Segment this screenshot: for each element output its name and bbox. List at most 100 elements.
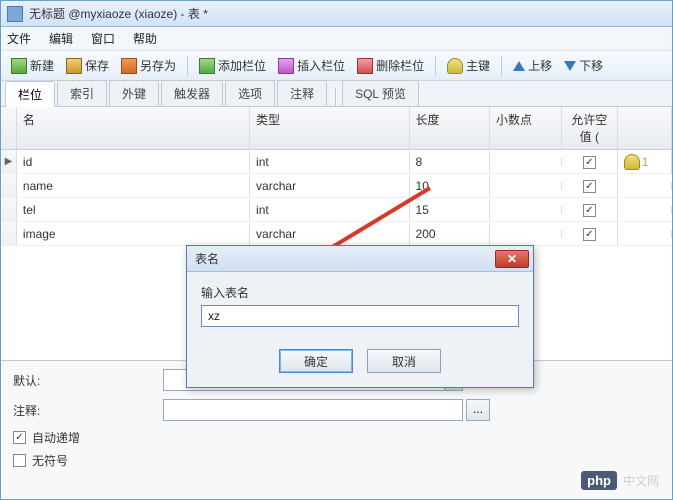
menu-window[interactable]: 窗口 bbox=[91, 30, 115, 47]
save-icon bbox=[66, 58, 82, 74]
cell-decimal[interactable] bbox=[490, 206, 562, 214]
default-label: 默认: bbox=[13, 372, 163, 389]
move-down-button[interactable]: 下移 bbox=[560, 55, 607, 76]
autoinc-label: 自动递增 bbox=[32, 429, 80, 446]
tab-comment[interactable]: 注释 bbox=[277, 80, 327, 106]
comment-input[interactable] bbox=[163, 399, 463, 421]
autoinc-row[interactable]: 自动递增 bbox=[13, 429, 660, 446]
col-key bbox=[618, 107, 672, 149]
cell-key[interactable] bbox=[618, 230, 672, 238]
ok-button[interactable]: 确定 bbox=[279, 349, 353, 373]
cell-decimal[interactable] bbox=[490, 182, 562, 190]
table-name-input[interactable] bbox=[201, 305, 519, 327]
comment-label: 注释: bbox=[13, 402, 163, 419]
watermark: php 中文网 bbox=[581, 471, 659, 490]
table-row[interactable]: telint15 bbox=[1, 198, 672, 222]
tab-options[interactable]: 选项 bbox=[225, 80, 275, 106]
app-icon bbox=[7, 6, 23, 22]
grid-header: 名 类型 长度 小数点 允许空值 ( bbox=[1, 107, 672, 150]
cell-key[interactable] bbox=[618, 182, 672, 190]
saveas-icon bbox=[121, 58, 137, 74]
cell-nullable[interactable] bbox=[562, 150, 618, 173]
cell-nullable[interactable] bbox=[562, 198, 618, 221]
row-selector[interactable] bbox=[1, 198, 17, 221]
autoinc-checkbox[interactable] bbox=[13, 431, 26, 444]
new-button[interactable]: 新建 bbox=[7, 55, 58, 76]
unsigned-checkbox[interactable] bbox=[13, 454, 26, 467]
table-row[interactable]: ▶idint8 1 bbox=[1, 150, 672, 174]
cell-name[interactable]: id bbox=[17, 151, 250, 173]
insert-field-button[interactable]: 插入栏位 bbox=[274, 55, 349, 76]
table-row[interactable]: imagevarchar200 bbox=[1, 222, 672, 246]
window-title: 无标题 @myxiaoze (xiaoze) - 表 * bbox=[29, 5, 208, 22]
arrow-up-icon bbox=[513, 61, 525, 71]
comment-row: 注释: ... bbox=[13, 399, 660, 421]
cell-decimal[interactable] bbox=[490, 230, 562, 238]
tab-fields[interactable]: 栏位 bbox=[5, 81, 55, 107]
nullable-checkbox[interactable] bbox=[583, 204, 596, 217]
dialog-title-bar[interactable]: 表名 ✕ bbox=[187, 246, 533, 272]
new-icon bbox=[11, 58, 27, 74]
menu-bar: 文件 编辑 窗口 帮助 bbox=[1, 27, 672, 51]
watermark-badge: php bbox=[581, 471, 617, 490]
tab-foreign-keys[interactable]: 外键 bbox=[109, 80, 159, 106]
table-row[interactable]: namevarchar10 bbox=[1, 174, 672, 198]
nullable-checkbox[interactable] bbox=[583, 156, 596, 169]
delete-field-button[interactable]: 删除栏位 bbox=[353, 55, 428, 76]
tab-sep bbox=[335, 88, 336, 106]
cell-type[interactable]: varchar bbox=[250, 223, 409, 245]
cell-length[interactable]: 15 bbox=[410, 199, 491, 221]
tab-indexes[interactable]: 索引 bbox=[57, 80, 107, 106]
nullable-checkbox[interactable] bbox=[583, 228, 596, 241]
move-up-button[interactable]: 上移 bbox=[509, 55, 556, 76]
toolbar-sep bbox=[435, 56, 436, 76]
cell-type[interactable]: int bbox=[250, 199, 409, 221]
cell-nullable[interactable] bbox=[562, 174, 618, 197]
cell-type[interactable]: varchar bbox=[250, 175, 409, 197]
toolbar: 新建 保存 另存为 添加栏位 插入栏位 删除栏位 主键 上移 下移 bbox=[1, 51, 672, 81]
row-selector[interactable] bbox=[1, 222, 17, 245]
col-length[interactable]: 长度 bbox=[410, 107, 491, 149]
menu-file[interactable]: 文件 bbox=[7, 30, 31, 47]
cell-length[interactable]: 200 bbox=[410, 223, 491, 245]
cell-type[interactable]: int bbox=[250, 151, 409, 173]
primary-key-button[interactable]: 主键 bbox=[443, 55, 494, 76]
col-type[interactable]: 类型 bbox=[250, 107, 409, 149]
cell-name[interactable]: image bbox=[17, 223, 250, 245]
close-button[interactable]: ✕ bbox=[495, 250, 529, 268]
watermark-text: 中文网 bbox=[623, 472, 659, 489]
title-bar[interactable]: 无标题 @myxiaoze (xiaoze) - 表 * bbox=[1, 1, 672, 27]
row-selector-header bbox=[1, 107, 17, 149]
cell-length[interactable]: 10 bbox=[410, 175, 491, 197]
col-name[interactable]: 名 bbox=[17, 107, 250, 149]
row-selector[interactable]: ▶ bbox=[1, 150, 17, 173]
cell-key[interactable] bbox=[618, 206, 672, 214]
menu-edit[interactable]: 编辑 bbox=[49, 30, 73, 47]
add-field-button[interactable]: 添加栏位 bbox=[195, 55, 270, 76]
cell-name[interactable]: name bbox=[17, 175, 250, 197]
dialog-prompt: 输入表名 bbox=[201, 284, 519, 301]
dialog-title: 表名 bbox=[195, 250, 219, 267]
col-decimal[interactable]: 小数点 bbox=[490, 107, 562, 149]
tab-sql-preview[interactable]: SQL 预览 bbox=[342, 80, 419, 106]
saveas-button[interactable]: 另存为 bbox=[117, 55, 180, 76]
nullable-checkbox[interactable] bbox=[583, 180, 596, 193]
cell-decimal[interactable] bbox=[490, 158, 562, 166]
table-name-dialog: 表名 ✕ 输入表名 确定 取消 bbox=[186, 245, 534, 388]
insert-icon bbox=[278, 58, 294, 74]
cell-key[interactable]: 1 bbox=[618, 150, 672, 174]
unsigned-row[interactable]: 无符号 bbox=[13, 452, 660, 469]
arrow-down-icon bbox=[564, 61, 576, 71]
tab-triggers[interactable]: 触发器 bbox=[161, 80, 223, 106]
menu-help[interactable]: 帮助 bbox=[133, 30, 157, 47]
save-button[interactable]: 保存 bbox=[62, 55, 113, 76]
comment-more-button[interactable]: ... bbox=[466, 399, 490, 421]
col-nullable[interactable]: 允许空值 ( bbox=[562, 107, 618, 149]
tab-strip: 栏位 索引 外键 触发器 选项 注释 SQL 预览 bbox=[1, 81, 672, 107]
cancel-button[interactable]: 取消 bbox=[367, 349, 441, 373]
cell-length[interactable]: 8 bbox=[410, 151, 491, 173]
cell-nullable[interactable] bbox=[562, 222, 618, 245]
delete-icon bbox=[357, 58, 373, 74]
row-selector[interactable] bbox=[1, 174, 17, 197]
cell-name[interactable]: tel bbox=[17, 199, 250, 221]
